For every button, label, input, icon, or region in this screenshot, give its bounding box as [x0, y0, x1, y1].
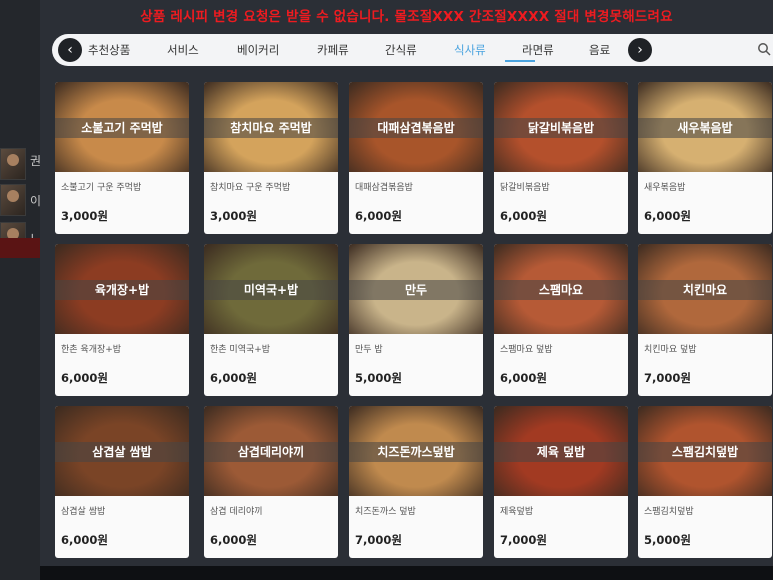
menu-photo: 대패삼겹볶음밥	[349, 82, 483, 172]
menu-item-name: 치킨마요 덮밥	[644, 345, 697, 355]
tab-bakery[interactable]: 베이커리	[237, 42, 279, 58]
menu-item-name: 치즈돈까스 덮밥	[355, 507, 416, 517]
menu-item-name: 한촌 미역국+밥	[210, 345, 271, 355]
menu-card[interactable]: 대패삼겹볶음밥 대패삼겹볶음밥 6,000원	[349, 82, 483, 234]
tab-meal[interactable]: 식사류	[454, 42, 486, 58]
menu-card[interactable]: 참치마요 주먹밥참치마요 구운 주먹밥 3,000원	[204, 82, 338, 234]
menu-item-price: 3,000원	[61, 209, 108, 223]
avatar	[0, 184, 26, 216]
menu-photo: 치즈돈까스덮밥	[349, 406, 483, 496]
menu-card[interactable]: 만두만두 밥 5,000원	[349, 244, 483, 396]
category-tab-bar: ‹ 추천상품 서비스 베이커리 카페류 간식류 식사류 라면류 음료 ›	[52, 34, 773, 66]
menu-item-price: 7,000원	[644, 371, 691, 385]
menu-item-price: 6,000원	[500, 371, 547, 385]
menu-card[interactable]: 스팸김치덮밥 스팸김치덮밥 5,000원	[638, 406, 772, 558]
next-arrow-button[interactable]: ›	[628, 38, 652, 62]
menu-item-name: 삼겹살 쌈밥	[61, 507, 106, 517]
menu-item-name: 대패삼겹볶음밥	[355, 183, 413, 193]
menu-photo-caption: 만두	[349, 280, 483, 300]
menu-photo: 삼겹살 쌈밥	[55, 406, 189, 496]
menu-photo-caption: 치즈돈까스덮밥	[349, 442, 483, 462]
menu-card[interactable]: 삼겹데리야끼삼겹 데리야끼 6,000원	[204, 406, 338, 558]
menu-photo: 미역국+밥	[204, 244, 338, 334]
menu-photo-caption: 참치마요 주먹밥	[204, 118, 338, 138]
menu-photo: 삼겹데리야끼	[204, 406, 338, 496]
monitor-bezel	[40, 566, 773, 580]
menu-item-price: 6,000원	[210, 371, 257, 385]
menu-item-price: 6,000원	[61, 533, 108, 547]
menu-item-price: 5,000원	[644, 533, 691, 547]
menu-photo-caption: 대패삼겹볶음밥	[349, 118, 483, 138]
menu-photo-caption: 삼겹살 쌈밥	[55, 442, 189, 462]
menu-item-name: 스팸김치덮밥	[644, 507, 694, 517]
menu-item-price: 6,000원	[61, 371, 108, 385]
tab-snack[interactable]: 간식류	[385, 42, 417, 58]
menu-item-price: 7,000원	[500, 533, 547, 547]
menu-item-price: 3,000원	[210, 209, 257, 223]
menu-photo-caption: 스팸마요	[494, 280, 628, 300]
menu-photo: 치킨마요	[638, 244, 772, 334]
menu-photo-caption: 새우볶음밥	[638, 118, 772, 138]
menu-card[interactable]: 소불고기 주먹밥소불고기 구운 주먹밥 3,000원	[55, 82, 189, 234]
menu-item-name: 닭갈비볶음밥	[500, 183, 550, 193]
menu-photo-caption: 미역국+밥	[204, 280, 338, 300]
menu-item-name: 한촌 육개장+밥	[61, 345, 122, 355]
menu-photo: 참치마요 주먹밥	[204, 82, 338, 172]
menu-photo: 만두	[349, 244, 483, 334]
avatar	[0, 148, 26, 180]
menu-item-name: 스팸마요 덮밥	[500, 345, 553, 355]
menu-item-price: 6,000원	[355, 209, 402, 223]
tab-ramen[interactable]: 라면류	[522, 42, 554, 58]
menu-photo: 스팸마요	[494, 244, 628, 334]
menu-item-name: 참치마요 구운 주먹밥	[210, 183, 291, 193]
menu-card[interactable]: 미역국+밥한촌 미역국+밥 6,000원	[204, 244, 338, 396]
menu-photo: 닭갈비볶음밥	[494, 82, 628, 172]
menu-photo-caption: 치킨마요	[638, 280, 772, 300]
menu-item-name: 새우볶음밥	[644, 183, 686, 193]
menu-card[interactable]: 육개장+밥한촌 육개장+밥 6,000원	[55, 244, 189, 396]
menu-photo-caption: 스팸김치덮밥	[638, 442, 772, 462]
active-tab-indicator	[505, 60, 535, 62]
menu-item-name: 소불고기 구운 주먹밥	[61, 183, 142, 193]
menu-photo: 새우볶음밥	[638, 82, 772, 172]
menu-item-price: 6,000원	[644, 209, 691, 223]
menu-photo-caption: 삼겹데리야끼	[204, 442, 338, 462]
search-icon[interactable]	[757, 42, 771, 56]
prev-arrow-button[interactable]: ‹	[58, 38, 82, 62]
left-side-panel: 권 이 노	[0, 0, 44, 580]
menu-photo: 육개장+밥	[55, 244, 189, 334]
menu-card[interactable]: 치킨마요치킨마요 덮밥 7,000원	[638, 244, 772, 396]
tab-drink[interactable]: 음료	[589, 42, 610, 58]
menu-photo: 스팸김치덮밥	[638, 406, 772, 496]
menu-item-price: 6,000원	[210, 533, 257, 547]
menu-photo: 제육 덮밥	[494, 406, 628, 496]
menu-item-name: 만두 밥	[355, 345, 383, 355]
menu-card[interactable]: 스팸마요스팸마요 덮밥 6,000원	[494, 244, 628, 396]
red-indicator	[0, 238, 44, 258]
menu-item-price: 5,000원	[355, 371, 402, 385]
menu-item-price: 6,000원	[500, 209, 547, 223]
menu-card[interactable]: 제육 덮밥제육덮밥 7,000원	[494, 406, 628, 558]
notice-banner: 상품 레시피 변경 요청은 받을 수 없습니다. 몰조절XXX 간조절XXXX …	[140, 9, 673, 25]
tab-recommended[interactable]: 추천상품	[88, 42, 130, 58]
menu-photo-caption: 육개장+밥	[55, 280, 189, 300]
menu-card[interactable]: 삼겹살 쌈밥 삼겹살 쌈밥 6,000원	[55, 406, 189, 558]
menu-item-price: 7,000원	[355, 533, 402, 547]
tab-service[interactable]: 서비스	[167, 42, 199, 58]
menu-photo-caption: 소불고기 주먹밥	[55, 118, 189, 138]
menu-card[interactable]: 새우볶음밥 새우볶음밥 6,000원	[638, 82, 772, 234]
menu-item-name: 삼겹 데리야끼	[210, 507, 263, 517]
menu-photo-caption: 제육 덮밥	[494, 442, 628, 462]
menu-item-name: 제육덮밥	[500, 507, 534, 517]
menu-card[interactable]: 치즈돈까스덮밥치즈돈까스 덮밥 7,000원	[349, 406, 483, 558]
menu-photo: 소불고기 주먹밥	[55, 82, 189, 172]
menu-card[interactable]: 닭갈비볶음밥 닭갈비볶음밥 6,000원	[494, 82, 628, 234]
tab-cafe[interactable]: 카페류	[317, 42, 349, 58]
menu-photo-caption: 닭갈비볶음밥	[494, 118, 628, 138]
